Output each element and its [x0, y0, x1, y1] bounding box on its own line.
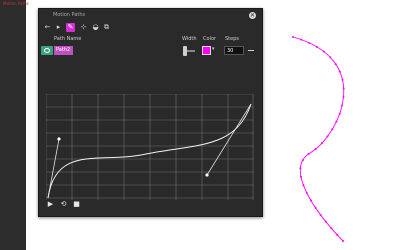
duplicate-icon[interactable]: ⧉	[102, 23, 111, 32]
motion-path-step	[331, 128, 334, 131]
motion-path-step	[315, 45, 318, 48]
motion-path-step	[324, 220, 327, 223]
motion-path-step	[341, 78, 344, 81]
motion-path-step	[314, 147, 317, 150]
motion-path-step	[342, 240, 344, 242]
motion-path-step	[329, 56, 332, 59]
column-headers: Path Name Width Color Steps	[39, 35, 262, 44]
playback-controls: ▶ ⟲ ■	[46, 199, 106, 210]
motion-path-step	[292, 36, 294, 38]
chevron-down-icon[interactable]: ▾	[212, 46, 215, 52]
motion-path-step	[342, 95, 345, 98]
motion-path-step	[314, 206, 317, 209]
handle-point-end[interactable]	[205, 173, 209, 177]
motion-path-step	[309, 199, 312, 202]
easing-curve-editor[interactable]	[46, 94, 254, 200]
remove-path-minus-icon[interactable]	[248, 50, 254, 51]
close-button[interactable]: ✕	[249, 12, 256, 19]
loop-icon[interactable]: ⟲	[59, 200, 68, 209]
motion-path-step	[326, 135, 329, 138]
path-name-field[interactable]: Path2	[54, 46, 73, 55]
motion-path-step	[338, 112, 341, 115]
motion-path-step	[336, 233, 339, 236]
visibility-toggle-eye-icon[interactable]	[41, 46, 53, 55]
panel-title: Motion Paths	[53, 12, 86, 18]
width-slider-thumb[interactable]	[183, 46, 187, 56]
motion-path-step	[338, 70, 341, 73]
pointer-icon[interactable]: ▸	[54, 23, 63, 32]
motion-paths-panel: Motion Paths ✕ ← ▸ ✎ ⊹ ◒ ⧉ Path Name Wid…	[38, 8, 263, 217]
sidebar-tab-label[interactable]: Motion Paths	[3, 1, 29, 6]
motion-path-step	[335, 120, 338, 123]
motion-path-step	[319, 213, 322, 216]
left-sidebar: Motion Paths	[0, 0, 29, 250]
motion-path-step	[307, 152, 310, 155]
color-header: Color	[203, 36, 217, 42]
stop-icon[interactable]: ■	[72, 200, 81, 209]
panel-titlebar[interactable]: Motion Paths ✕	[39, 9, 262, 22]
motion-path-step	[301, 159, 304, 162]
path-name-header: Path Name	[54, 36, 82, 42]
motion-path-step	[342, 87, 345, 90]
bucket-icon[interactable]: ◒	[91, 23, 100, 32]
steps-input[interactable]: 30	[224, 46, 244, 55]
motion-path-step	[334, 63, 337, 66]
motion-path-step-ticks	[292, 36, 345, 242]
path-row[interactable]: Path2 ▾ 30	[39, 45, 262, 57]
motion-path-step	[322, 50, 325, 53]
motion-path-step	[302, 184, 305, 187]
steps-header: Steps	[225, 36, 239, 42]
motion-path-step	[300, 38, 303, 41]
motion-path-step	[330, 227, 333, 230]
pen-tool-icon[interactable]: ✎	[66, 23, 75, 32]
motion-path-step	[341, 104, 344, 107]
play-icon[interactable]: ▶	[46, 200, 55, 209]
add-point-icon[interactable]: ⊹	[79, 23, 88, 32]
motion-path-preview[interactable]	[285, 35, 365, 247]
panel-toolbar: ← ▸ ✎ ⊹ ◒ ⧉	[39, 22, 262, 34]
motion-path-step	[300, 175, 303, 178]
back-arrow-icon[interactable]: ←	[43, 23, 52, 32]
motion-path-step	[308, 41, 311, 44]
motion-path-step	[305, 192, 308, 195]
color-swatch[interactable]	[202, 46, 211, 55]
motion-path-step	[320, 142, 323, 145]
handle-point-start[interactable]	[57, 137, 61, 141]
motion-path-step	[299, 167, 302, 170]
motion-path-line	[292, 36, 345, 242]
width-header: Width	[182, 36, 197, 42]
